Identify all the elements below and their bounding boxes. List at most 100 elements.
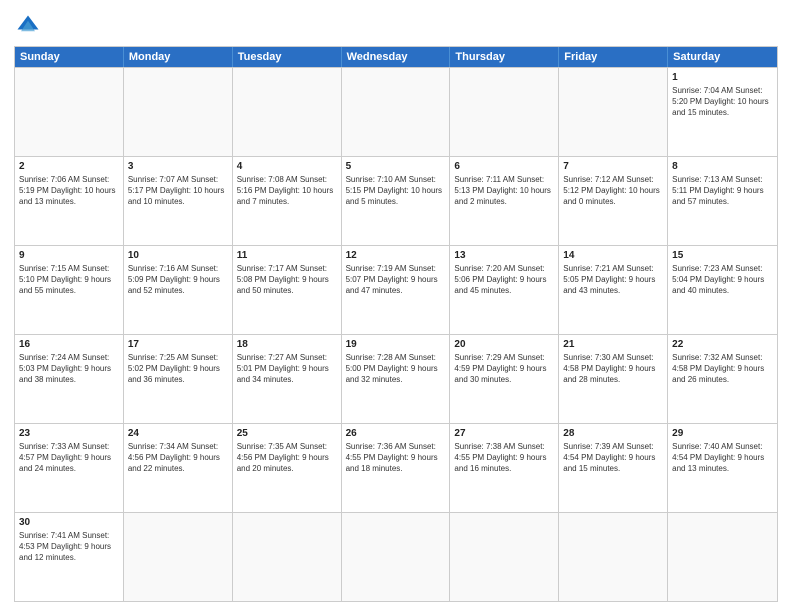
day-cell-24: 24 Sunrise: 7:34 AM Sunset: 4:56 PM Dayli… bbox=[124, 424, 233, 512]
day-info: Sunrise: 7:28 AM Sunset: 5:00 PM Dayligh… bbox=[346, 353, 446, 385]
day-info: Sunrise: 7:30 AM Sunset: 4:58 PM Dayligh… bbox=[563, 353, 663, 385]
day-cell-23: 23 Sunrise: 7:33 AM Sunset: 4:57 PM Dayli… bbox=[15, 424, 124, 512]
header-day-friday: Friday bbox=[559, 47, 668, 67]
week-row-5: 30 Sunrise: 7:41 AM Sunset: 4:53 PM Dayli… bbox=[15, 512, 777, 601]
day-cell-7: 7 Sunrise: 7:12 AM Sunset: 5:12 PM Daylig… bbox=[559, 157, 668, 245]
header bbox=[14, 12, 778, 40]
day-number: 3 bbox=[128, 160, 228, 173]
day-number: 21 bbox=[563, 338, 663, 351]
day-number: 13 bbox=[454, 249, 554, 262]
day-number: 1 bbox=[672, 71, 773, 84]
day-cell-6: 6 Sunrise: 7:11 AM Sunset: 5:13 PM Daylig… bbox=[450, 157, 559, 245]
empty-cell bbox=[342, 513, 451, 601]
empty-cell bbox=[450, 513, 559, 601]
day-info: Sunrise: 7:40 AM Sunset: 4:54 PM Dayligh… bbox=[672, 442, 773, 474]
day-info: Sunrise: 7:24 AM Sunset: 5:03 PM Dayligh… bbox=[19, 353, 119, 385]
day-info: Sunrise: 7:15 AM Sunset: 5:10 PM Dayligh… bbox=[19, 264, 119, 296]
day-info: Sunrise: 7:38 AM Sunset: 4:55 PM Dayligh… bbox=[454, 442, 554, 474]
day-info: Sunrise: 7:25 AM Sunset: 5:02 PM Dayligh… bbox=[128, 353, 228, 385]
day-info: Sunrise: 7:29 AM Sunset: 4:59 PM Dayligh… bbox=[454, 353, 554, 385]
day-info: Sunrise: 7:12 AM Sunset: 5:12 PM Dayligh… bbox=[563, 175, 663, 207]
day-info: Sunrise: 7:04 AM Sunset: 5:20 PM Dayligh… bbox=[672, 86, 773, 118]
day-number: 17 bbox=[128, 338, 228, 351]
day-info: Sunrise: 7:07 AM Sunset: 5:17 PM Dayligh… bbox=[128, 175, 228, 207]
day-cell-25: 25Sunrise: 7:35 AM Sunset: 4:56 PM Dayli… bbox=[233, 424, 342, 512]
day-number: 20 bbox=[454, 338, 554, 351]
week-row-4: 23 Sunrise: 7:33 AM Sunset: 4:57 PM Dayli… bbox=[15, 423, 777, 512]
week-row-1: 2Sunrise: 7:06 AM Sunset: 5:19 PM Daylig… bbox=[15, 156, 777, 245]
day-info: Sunrise: 7:21 AM Sunset: 5:05 PM Dayligh… bbox=[563, 264, 663, 296]
day-cell-10: 10 Sunrise: 7:16 AM Sunset: 5:09 PM Dayli… bbox=[124, 246, 233, 334]
header-day-thursday: Thursday bbox=[450, 47, 559, 67]
empty-cell bbox=[124, 68, 233, 156]
day-cell-28: 28Sunrise: 7:39 AM Sunset: 4:54 PM Dayli… bbox=[559, 424, 668, 512]
day-cell-15: 15 Sunrise: 7:23 AM Sunset: 5:04 PM Dayli… bbox=[668, 246, 777, 334]
day-info: Sunrise: 7:16 AM Sunset: 5:09 PM Dayligh… bbox=[128, 264, 228, 296]
day-cell-4: 4Sunrise: 7:08 AM Sunset: 5:16 PM Daylig… bbox=[233, 157, 342, 245]
header-day-saturday: Saturday bbox=[668, 47, 777, 67]
day-cell-14: 14 Sunrise: 7:21 AM Sunset: 5:05 PM Dayli… bbox=[559, 246, 668, 334]
day-number: 28 bbox=[563, 427, 663, 440]
day-number: 24 bbox=[128, 427, 228, 440]
day-info: Sunrise: 7:23 AM Sunset: 5:04 PM Dayligh… bbox=[672, 264, 773, 296]
logo-icon bbox=[14, 12, 42, 40]
day-number: 16 bbox=[19, 338, 119, 351]
day-cell-30: 30 Sunrise: 7:41 AM Sunset: 4:53 PM Dayli… bbox=[15, 513, 124, 601]
day-info: Sunrise: 7:11 AM Sunset: 5:13 PM Dayligh… bbox=[454, 175, 554, 207]
day-cell-18: 18Sunrise: 7:27 AM Sunset: 5:01 PM Dayli… bbox=[233, 335, 342, 423]
day-number: 6 bbox=[454, 160, 554, 173]
day-cell-5: 5 Sunrise: 7:10 AM Sunset: 5:15 PM Daylig… bbox=[342, 157, 451, 245]
day-cell-29: 29 Sunrise: 7:40 AM Sunset: 4:54 PM Dayli… bbox=[668, 424, 777, 512]
day-info: Sunrise: 7:10 AM Sunset: 5:15 PM Dayligh… bbox=[346, 175, 446, 207]
empty-cell bbox=[342, 68, 451, 156]
week-row-0: 1 Sunrise: 7:04 AM Sunset: 5:20 PM Daylig… bbox=[15, 67, 777, 156]
day-info: Sunrise: 7:13 AM Sunset: 5:11 PM Dayligh… bbox=[672, 175, 773, 207]
week-row-2: 9 Sunrise: 7:15 AM Sunset: 5:10 PM Daylig… bbox=[15, 245, 777, 334]
header-day-monday: Monday bbox=[124, 47, 233, 67]
day-number: 5 bbox=[346, 160, 446, 173]
day-number: 8 bbox=[672, 160, 773, 173]
day-number: 15 bbox=[672, 249, 773, 262]
day-number: 23 bbox=[19, 427, 119, 440]
day-number: 29 bbox=[672, 427, 773, 440]
logo bbox=[14, 12, 46, 40]
day-info: Sunrise: 7:33 AM Sunset: 4:57 PM Dayligh… bbox=[19, 442, 119, 474]
empty-cell bbox=[668, 513, 777, 601]
page: SundayMondayTuesdayWednesdayThursdayFrid… bbox=[0, 0, 792, 612]
header-day-sunday: Sunday bbox=[15, 47, 124, 67]
day-cell-17: 17 Sunrise: 7:25 AM Sunset: 5:02 PM Dayli… bbox=[124, 335, 233, 423]
day-info: Sunrise: 7:20 AM Sunset: 5:06 PM Dayligh… bbox=[454, 264, 554, 296]
day-number: 27 bbox=[454, 427, 554, 440]
day-number: 22 bbox=[672, 338, 773, 351]
day-cell-26: 26 Sunrise: 7:36 AM Sunset: 4:55 PM Dayli… bbox=[342, 424, 451, 512]
header-day-wednesday: Wednesday bbox=[342, 47, 451, 67]
day-number: 7 bbox=[563, 160, 663, 173]
day-info: Sunrise: 7:08 AM Sunset: 5:16 PM Dayligh… bbox=[237, 175, 337, 207]
day-cell-11: 11Sunrise: 7:17 AM Sunset: 5:08 PM Dayli… bbox=[233, 246, 342, 334]
day-cell-27: 27 Sunrise: 7:38 AM Sunset: 4:55 PM Dayli… bbox=[450, 424, 559, 512]
day-number: 10 bbox=[128, 249, 228, 262]
day-number: 14 bbox=[563, 249, 663, 262]
day-info: Sunrise: 7:34 AM Sunset: 4:56 PM Dayligh… bbox=[128, 442, 228, 474]
day-number: 26 bbox=[346, 427, 446, 440]
day-info: Sunrise: 7:36 AM Sunset: 4:55 PM Dayligh… bbox=[346, 442, 446, 474]
day-cell-13: 13 Sunrise: 7:20 AM Sunset: 5:06 PM Dayli… bbox=[450, 246, 559, 334]
day-number: 19 bbox=[346, 338, 446, 351]
day-cell-20: 20 Sunrise: 7:29 AM Sunset: 4:59 PM Dayli… bbox=[450, 335, 559, 423]
day-cell-9: 9 Sunrise: 7:15 AM Sunset: 5:10 PM Daylig… bbox=[15, 246, 124, 334]
empty-cell bbox=[559, 68, 668, 156]
calendar-header: SundayMondayTuesdayWednesdayThursdayFrid… bbox=[15, 47, 777, 67]
day-info: Sunrise: 7:41 AM Sunset: 4:53 PM Dayligh… bbox=[19, 531, 119, 563]
day-number: 2 bbox=[19, 160, 119, 173]
day-number: 9 bbox=[19, 249, 119, 262]
day-number: 30 bbox=[19, 516, 119, 529]
day-info: Sunrise: 7:17 AM Sunset: 5:08 PM Dayligh… bbox=[237, 264, 337, 296]
day-cell-19: 19 Sunrise: 7:28 AM Sunset: 5:00 PM Dayli… bbox=[342, 335, 451, 423]
day-info: Sunrise: 7:32 AM Sunset: 4:58 PM Dayligh… bbox=[672, 353, 773, 385]
day-cell-16: 16 Sunrise: 7:24 AM Sunset: 5:03 PM Dayli… bbox=[15, 335, 124, 423]
empty-cell bbox=[233, 68, 342, 156]
day-cell-2: 2Sunrise: 7:06 AM Sunset: 5:19 PM Daylig… bbox=[15, 157, 124, 245]
day-cell-1: 1 Sunrise: 7:04 AM Sunset: 5:20 PM Daylig… bbox=[668, 68, 777, 156]
day-cell-3: 3 Sunrise: 7:07 AM Sunset: 5:17 PM Daylig… bbox=[124, 157, 233, 245]
day-cell-12: 12Sunrise: 7:19 AM Sunset: 5:07 PM Dayli… bbox=[342, 246, 451, 334]
